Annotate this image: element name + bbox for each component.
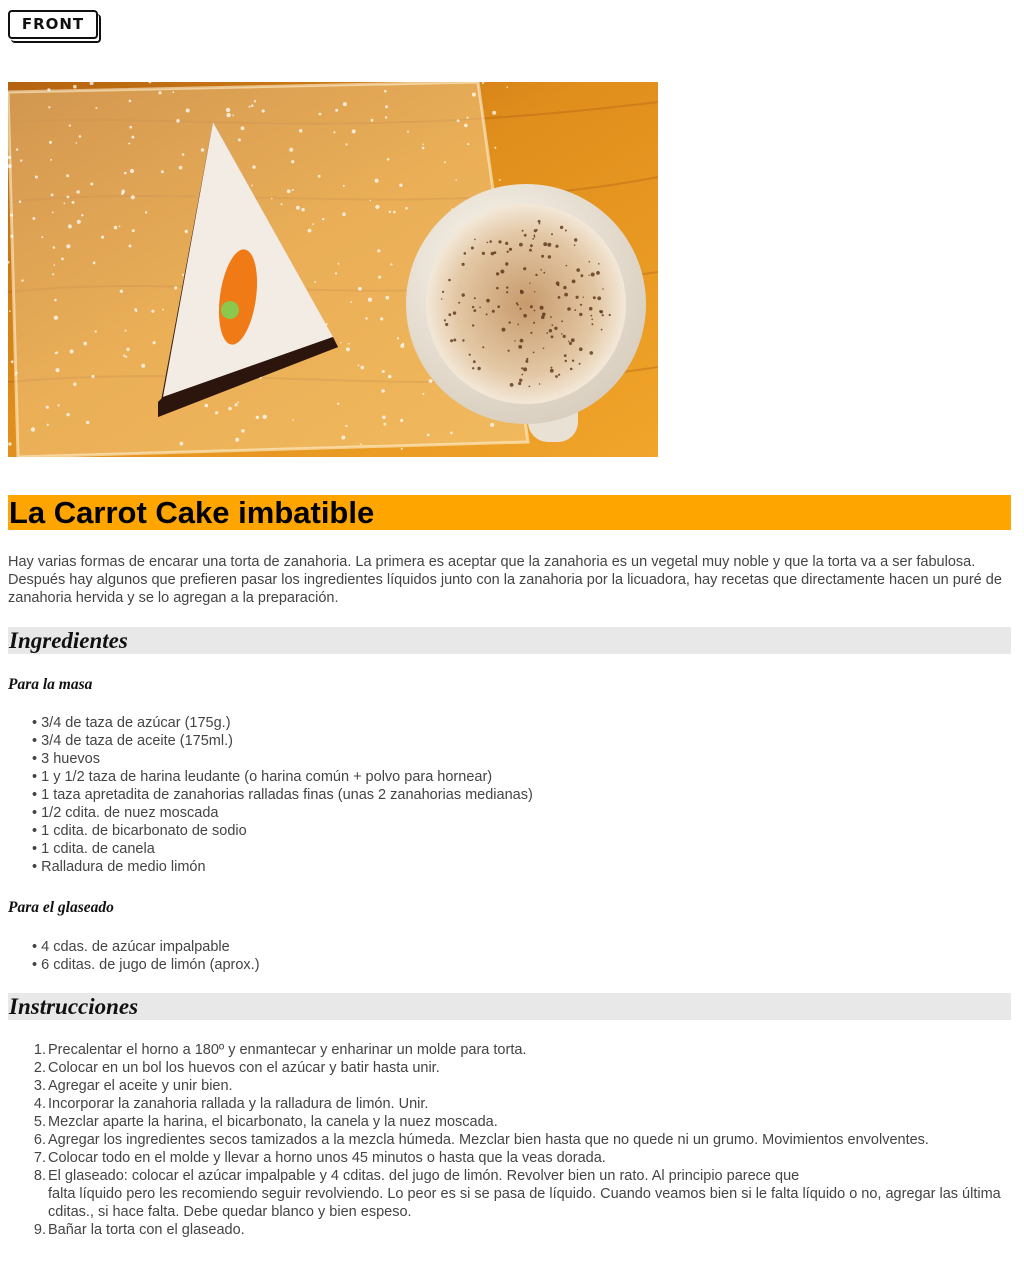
list-item: 6 cditas. de jugo de limón (aprox.) <box>32 956 259 974</box>
masa-list: 3/4 de taza de azúcar (175g.) 3/4 de taz… <box>32 714 533 876</box>
step-number: 9. <box>33 1222 46 1238</box>
hero-illustration <box>8 82 658 457</box>
step-text: Colocar todo en el molde y llevar a horn… <box>48 1150 606 1166</box>
glaseado-heading: Para el glaseado <box>8 899 114 916</box>
instructions-list: 1. Precalentar el horno a 180º y enmantec… <box>34 1041 1008 1239</box>
masa-heading: Para la masa <box>8 676 93 693</box>
list-item: 1/2 cdita. de nuez moscada <box>32 804 533 822</box>
list-item: 1 y 1/2 taza de harina leudante (o harin… <box>32 768 533 786</box>
instructions-heading: Instrucciones <box>8 993 1011 1020</box>
hero-image <box>8 82 658 457</box>
list-item: 3/4 de taza de azúcar (175g.) <box>32 714 533 732</box>
glaseado-list: 4 cdas. de azúcar impalpable 6 cditas. d… <box>32 938 260 974</box>
step-text: Mezclar aparte la harina, el bicarbonato… <box>48 1114 498 1130</box>
step-text: El glaseado: colocar el azúcar impalpabl… <box>48 1168 800 1184</box>
list-item: 1 taza apretadita de zanahorias ralladas… <box>32 786 533 804</box>
step-item: 7. Colocar todo en el molde y llevar a ho… <box>34 1149 1008 1167</box>
step-item: 8. El glaseado: colocar el azúcar impalpa… <box>34 1167 1008 1221</box>
step-text: Precalentar el horno a 180º y enmantecar… <box>48 1042 527 1058</box>
list-item: 3/4 de taza de aceite (175ml.) <box>32 732 533 750</box>
step-number: 3. <box>33 1078 46 1094</box>
step-item: 9. Bañar la torta con el glaseado. <box>34 1221 1008 1239</box>
step-number: 5. <box>33 1114 46 1130</box>
list-item: 4 cdas. de azúcar impalpable <box>32 938 260 956</box>
step-number: 1. <box>33 1042 46 1058</box>
front-logo[interactable]: FRONT <box>8 10 101 43</box>
list-item: 1 cdita. de bicarbonato de sodio <box>32 822 533 840</box>
page-title: La Carrot Cake imbatible <box>8 495 1011 530</box>
ingredients-heading: Ingredientes <box>8 627 1011 654</box>
step-item: 1. Precalentar el horno a 180º y enmantec… <box>34 1041 1008 1059</box>
step-text-continued: falta líquido pero les recomiendo seguir… <box>48 1186 1001 1220</box>
step-item: 5. Mezclar aparte la harina, el bicarbona… <box>34 1113 1008 1131</box>
list-item: Ralladura de medio limón <box>32 858 533 876</box>
step-text: Incorporar la zanahoria rallada y la ral… <box>48 1096 429 1112</box>
step-number: 4. <box>33 1096 46 1112</box>
step-number: 6. <box>33 1132 46 1148</box>
logo-text: FRONT <box>21 15 85 33</box>
step-text: Agregar los ingredientes secos tamizados… <box>48 1132 929 1148</box>
step-number: 7. <box>33 1150 46 1166</box>
list-item: 3 huevos <box>32 750 533 768</box>
step-item: 2. Colocar en un bol los huevos con el az… <box>34 1059 1008 1077</box>
intro-paragraph: Hay varias formas de encarar una torta d… <box>8 554 1002 606</box>
step-item: 3. Agregar el aceite y unir bien. <box>34 1077 1008 1095</box>
step-text: Colocar en un bol los huevos con el azúc… <box>48 1060 440 1076</box>
step-number: 2. <box>33 1060 46 1076</box>
step-item: 6. Agregar los ingredientes secos tamizad… <box>34 1131 1008 1149</box>
list-item: 1 cdita. de canela <box>32 840 533 858</box>
step-item: 4. Incorporar la zanahoria rallada y la r… <box>34 1095 1008 1113</box>
step-text: Agregar el aceite y unir bien. <box>48 1078 233 1094</box>
step-text: Bañar la torta con el glaseado. <box>48 1222 245 1238</box>
step-number: 8. <box>33 1168 46 1184</box>
